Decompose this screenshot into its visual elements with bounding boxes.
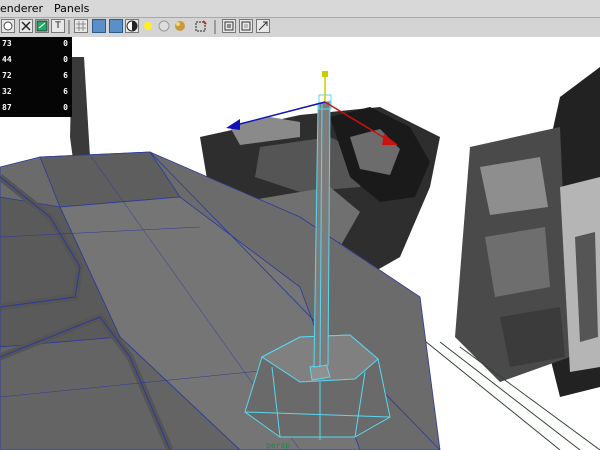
hud-row: 72 6 [2,71,68,80]
select-camera-icon[interactable] [1,19,15,33]
xray-icon[interactable] [222,19,236,33]
toolbar-separator [214,20,216,34]
poly-count-hud: 73 0 44 0 72 6 32 6 87 0 [0,37,72,117]
perspective-viewport[interactable]: 73 0 44 0 72 6 32 6 87 0 persp [0,37,600,450]
isolate-select-icon[interactable] [194,19,208,33]
bookmark-icon[interactable] [35,19,49,33]
panel-toolbar: T [0,18,600,38]
film-gate-icon[interactable] [256,19,270,33]
panel-menu-bar: enderer Panels [0,0,600,18]
reference-image-right [455,67,600,397]
hud-row: 73 0 [2,39,68,48]
camera-attributes-icon[interactable] [19,19,33,33]
hud-row: 32 6 [2,87,68,96]
toolbar-separator [68,20,70,34]
hud-row: 87 0 [2,103,68,112]
image-plane-icon[interactable]: T [51,19,65,33]
lights-icon[interactable] [141,19,155,33]
smooth-shade-icon[interactable] [109,19,123,33]
grid-icon[interactable] [74,19,88,33]
wireframe-icon[interactable] [92,19,106,33]
resolution-gate-icon[interactable] [239,19,253,33]
camera-name-label: persp [266,441,291,450]
default-light-icon[interactable] [157,19,171,33]
textured-icon[interactable] [125,19,139,33]
shadows-icon[interactable] [173,19,187,33]
hud-row: 44 0 [2,55,68,64]
menu-panels[interactable]: Panels [54,2,89,15]
menu-renderer[interactable]: enderer [0,2,43,15]
scene-render[interactable] [0,37,600,450]
